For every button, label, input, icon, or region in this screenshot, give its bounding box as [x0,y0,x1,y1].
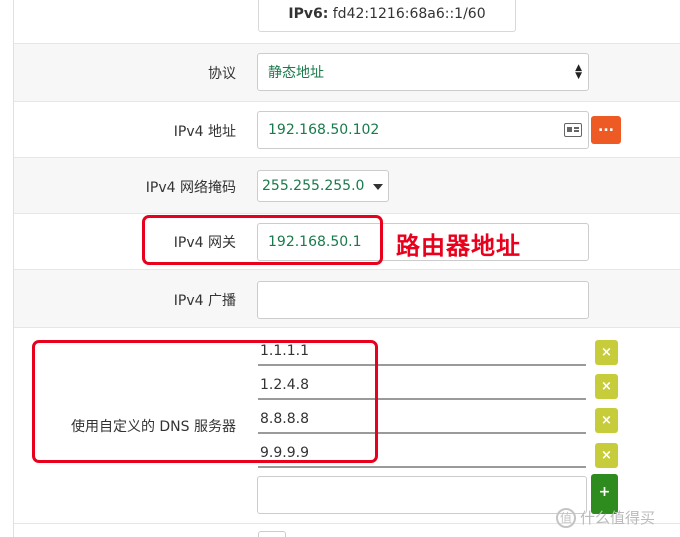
ipv6-label: IPv6: [288,6,329,22]
watermark: 值什么值得买 [556,507,655,528]
close-icon[interactable]: × [595,443,618,468]
gateway-highlight-box [142,215,383,265]
next-row-stub [258,531,286,537]
close-icon[interactable]: × [595,408,618,433]
ipv6-status: IPv6: fd42:1216:68a6::1/60 [258,0,516,32]
ipv6-value: fd42:1216:68a6::1/60 [332,6,486,22]
close-icon[interactable]: × [595,374,618,399]
ipv4-netmask-value: 255.255.255.0 [262,178,365,194]
ipv4-address-input[interactable]: 192.168.50.102 [257,111,589,149]
protocol-select[interactable]: 静态地址 ▲ ▼ [257,53,589,91]
protocol-value: 静态地址 [268,65,324,81]
ipv4-address-label: IPv4 地址 [173,124,236,140]
dns-new-input[interactable] [257,476,587,514]
ipv4-broadcast-input[interactable] [257,281,589,319]
more-button[interactable]: ... [591,116,621,144]
id-card-icon[interactable] [564,123,582,137]
ipv4-broadcast-label: IPv4 广播 [173,293,236,309]
network-interface-form: IPv6: fd42:1216:68a6::1/60 协议 静态地址 ▲ ▼ IP… [0,0,680,537]
ipv4-netmask-select[interactable]: 255.255.255.0 [257,170,389,202]
router-address-annotation: 路由器地址 [396,232,521,260]
watermark-text: 什么值得买 [580,509,656,527]
dns-highlight-box [32,340,378,463]
watermark-logo-icon: 值 [556,507,576,528]
chevron-updown-icon: ▲ ▼ [575,63,582,81]
ipv4-netmask-label: IPv4 网络掩码 [145,180,236,196]
protocol-label: 协议 [208,66,236,82]
close-icon[interactable]: × [595,340,618,365]
caret-down-icon [373,184,383,190]
ipv4-address-value: 192.168.50.102 [268,122,380,138]
